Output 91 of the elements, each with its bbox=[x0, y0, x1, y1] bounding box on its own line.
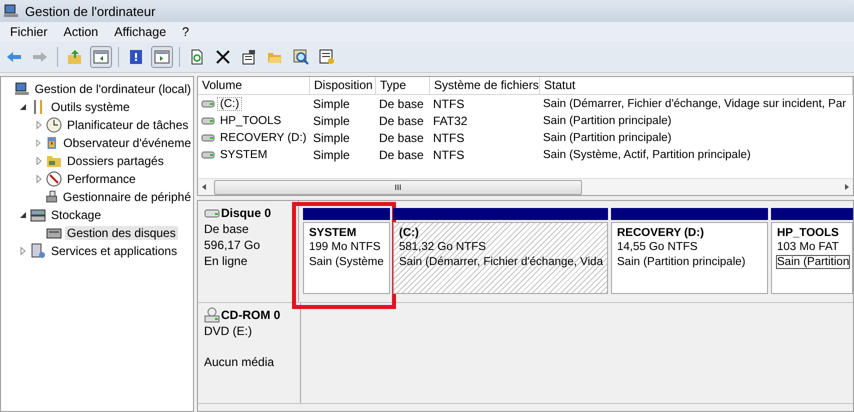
folder-icon bbox=[46, 153, 62, 169]
collapsed-arrow-icon[interactable] bbox=[19, 247, 27, 255]
scroll-thumb[interactable]: III bbox=[214, 180, 582, 194]
collapsed-arrow-icon[interactable] bbox=[35, 121, 43, 129]
disk-name: Disque 0 bbox=[221, 206, 272, 220]
table-cell-text: Simple bbox=[312, 114, 351, 128]
collapsed-arrow-icon[interactable] bbox=[35, 157, 43, 165]
forward-arrow-icon bbox=[32, 49, 48, 65]
properties-icon bbox=[241, 49, 257, 65]
toolbar-button[interactable] bbox=[151, 46, 173, 68]
partition-name: HP_TOOLS bbox=[777, 227, 840, 239]
column-header[interactable]: Disposition bbox=[310, 77, 376, 94]
table-cell-text: Sain (Démarrer, Fichier d'échange, Vidage sur incident, Par bbox=[542, 98, 848, 110]
disk-detail: DVD (E:) bbox=[204, 324, 253, 339]
help-icon bbox=[128, 49, 144, 65]
table-cell-text: RECOVERY (D:) bbox=[219, 130, 308, 144]
tree-item[interactable]: Outils système bbox=[49, 100, 132, 114]
partition-status: Sain (Partition bbox=[776, 255, 850, 269]
table-cell-text: Simple bbox=[312, 130, 351, 144]
expanded-arrow-icon[interactable] bbox=[19, 103, 27, 111]
partition[interactable]: (C:) 581,32 Go NTFS Sain (Démarrer, Fichier d'échange, Vida bbox=[393, 222, 608, 294]
panel-icon bbox=[154, 49, 170, 65]
search-icon bbox=[293, 49, 309, 65]
partition-size: 199 Mo NTFS bbox=[308, 240, 382, 254]
partition-name: RECOVERY (D:) bbox=[617, 227, 705, 239]
tree-item[interactable]: Observateur d'événeme bbox=[61, 136, 193, 150]
table-cell-text: De base bbox=[378, 96, 425, 110]
tree-item[interactable]: Dossiers partagés bbox=[65, 154, 166, 168]
menu-item[interactable]: ? bbox=[176, 25, 196, 39]
disk-detail: 596,17 Go bbox=[204, 238, 262, 253]
disk-status: En ligne bbox=[204, 254, 248, 268]
table-cell-text: NTFS bbox=[432, 148, 466, 162]
disk-detail: De base bbox=[204, 222, 250, 237]
collapsed-arrow-icon[interactable] bbox=[35, 175, 43, 183]
panel-icon bbox=[93, 49, 109, 65]
table-cell: (C:) bbox=[217, 96, 242, 110]
window-title: Gestion de l'ordinateur bbox=[25, 4, 156, 18]
tree-item[interactable]: Gestion de l'ordinateur (local) bbox=[32, 82, 193, 96]
expanded-arrow-icon[interactable] bbox=[19, 211, 27, 219]
disk-name: CD-ROM 0 bbox=[221, 308, 280, 322]
refresh-icon bbox=[189, 49, 205, 65]
partition-size: 14,55 Go NTFS bbox=[616, 240, 699, 254]
tree-item[interactable]: Stockage bbox=[49, 208, 104, 222]
clock-icon bbox=[46, 117, 62, 133]
folder-arrow-icon bbox=[67, 49, 83, 65]
column-header[interactable]: Statut bbox=[540, 77, 853, 94]
toolbar-button[interactable] bbox=[90, 46, 112, 68]
menu-item[interactable]: Action bbox=[58, 25, 104, 39]
collapsed-arrow-icon[interactable] bbox=[35, 139, 42, 147]
partition-status: Sain (Système bbox=[308, 255, 385, 269]
column-header[interactable]: Système de fichiers bbox=[430, 77, 540, 94]
partition[interactable]: RECOVERY (D:) 14,55 Go NTFS Sain (Partition principale) bbox=[611, 222, 768, 294]
table-cell-text: HP_TOOLS bbox=[219, 114, 282, 128]
menu-item[interactable]: Affichage bbox=[108, 25, 172, 39]
cd-drive-icon bbox=[204, 307, 220, 323]
table-cell-text: NTFS bbox=[432, 130, 466, 144]
table-cell-text: Sain (Partition principale) bbox=[542, 132, 672, 144]
partition-status: Sain (Partition principale) bbox=[616, 255, 746, 269]
column-header[interactable]: Type bbox=[376, 77, 430, 94]
table-cell-text: De base bbox=[378, 130, 425, 144]
partition-size: 581,32 Go NTFS bbox=[398, 240, 487, 254]
tree-item[interactable]: Gestion des disques bbox=[65, 226, 178, 240]
table-cell-text: Simple bbox=[312, 96, 351, 110]
partition-name: (C:) bbox=[399, 227, 420, 239]
partition[interactable]: SYSTEM 199 Mo NTFS Sain (Système bbox=[303, 222, 390, 294]
table-cell-text: FAT32 bbox=[432, 114, 468, 128]
device-icon bbox=[44, 189, 58, 205]
menu-item[interactable]: Fichier bbox=[4, 25, 54, 39]
partition-status: Sain (Démarrer, Fichier d'échange, Vida bbox=[398, 255, 604, 269]
tree-item[interactable]: Services et applications bbox=[49, 244, 180, 258]
partition-size: 103 Mo FAT bbox=[776, 240, 840, 254]
back-arrow-icon bbox=[6, 49, 22, 65]
partition[interactable]: HP_TOOLS 103 Mo FAT Sain (Partition bbox=[771, 222, 853, 294]
table-cell-text: De base bbox=[378, 148, 425, 162]
computer-icon bbox=[3, 3, 19, 19]
table-cell-text: Simple bbox=[312, 148, 351, 162]
table-cell-text: SYSTEM bbox=[219, 148, 268, 162]
table-cell-text: Sain (Système, Actif, Partition principale) bbox=[542, 148, 752, 160]
storage-icon bbox=[30, 207, 46, 223]
column-header[interactable]: Volume bbox=[198, 77, 310, 94]
tree-item[interactable]: Performance bbox=[65, 172, 138, 186]
tree-item[interactable]: Planificateur de tâches bbox=[65, 118, 190, 132]
computer-icon bbox=[14, 81, 30, 97]
partition-name: SYSTEM bbox=[309, 227, 358, 239]
table-cell-text: Sain (Partition principale) bbox=[542, 114, 672, 126]
table-cell-text: NTFS bbox=[432, 96, 466, 110]
table-cell-text: De base bbox=[378, 114, 425, 128]
tree-item[interactable]: Gestionnaire de périphé bbox=[60, 190, 193, 204]
horizontal-scrollbar[interactable]: III bbox=[198, 178, 853, 195]
delete-icon bbox=[215, 49, 231, 65]
disk-status: Aucun média bbox=[204, 355, 276, 369]
